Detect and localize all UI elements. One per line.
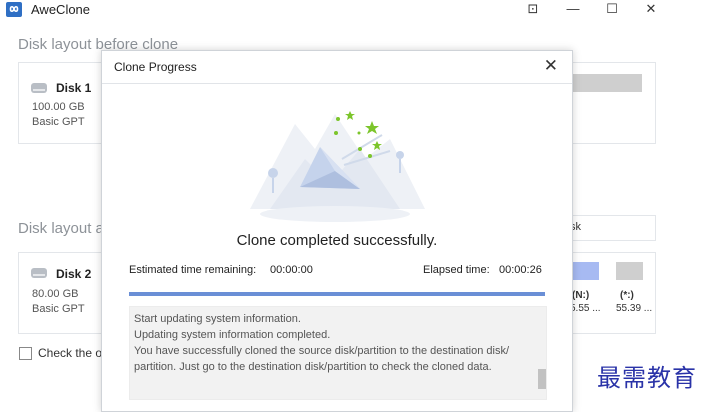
check-option-checkbox[interactable] [19, 347, 32, 360]
dialog-header: Clone Progress ✕ [102, 51, 572, 84]
dialog-close-button[interactable]: ✕ [544, 56, 558, 76]
partition-n-label: (N:) [572, 290, 590, 301]
title-bar: AweClone ⊡ — ☐ ✕ [0, 0, 718, 22]
log-line: Updating system information completed. [134, 329, 331, 341]
clone-progress-dialog: Clone Progress ✕ Clone completed success… [101, 50, 573, 412]
disk2-name: Disk 2 [56, 267, 92, 281]
elapsed-time-value: 00:00:26 [499, 264, 542, 276]
estimated-time-label: Estimated time remaining: [129, 264, 257, 276]
clone-log: Start updating system information. Updat… [129, 306, 547, 400]
clone-progress-fill [129, 292, 545, 296]
after-clone-title: Disk layout a [18, 220, 104, 237]
partition-star-label: (*:) [620, 290, 634, 301]
disk2-type: Basic GPT [32, 303, 85, 315]
hard-disk-icon [30, 265, 48, 281]
maximize-button[interactable]: ☐ [600, 0, 624, 18]
disk1-size: 100.00 GB [32, 101, 85, 113]
clone-status-message: Clone completed successfully. [236, 232, 438, 249]
log-line: You have successfully cloned the source … [134, 345, 510, 357]
app-title: AweClone [31, 2, 91, 17]
disk1-partition-bar[interactable] [570, 74, 642, 92]
hard-disk-icon [30, 80, 48, 96]
partition-n-size: 5.55 ... [570, 303, 601, 314]
log-scroll-thumb[interactable] [538, 369, 546, 389]
partition-star-bar[interactable] [616, 262, 643, 280]
elapsed-time-label: Elapsed time: [423, 264, 490, 276]
dialog-title: Clone Progress [114, 60, 197, 74]
log-scrollbar[interactable] [538, 307, 546, 399]
partition-star-size: 55.39 ... [616, 303, 653, 314]
watermark: 最需教育 [597, 364, 697, 392]
check-option-label: Check the o [38, 346, 103, 360]
window-close-button[interactable]: ✕ [639, 0, 663, 18]
clone-progress-bar [129, 292, 545, 296]
disk1-name: Disk 1 [56, 81, 92, 95]
disk2-size: 80.00 GB [32, 288, 79, 300]
log-line: Start updating system information. [134, 313, 301, 325]
partition-n-bar[interactable] [570, 262, 599, 280]
disk1-type: Basic GPT [32, 116, 85, 128]
envelope-celebration-icon [240, 89, 430, 227]
restore-button[interactable]: ⊡ [521, 0, 545, 18]
log-line: partition. Just go to the destination di… [134, 361, 492, 373]
after-field[interactable]: sk [560, 215, 656, 241]
infinity-icon [6, 2, 22, 17]
estimated-time-value: 00:00:00 [270, 264, 313, 276]
minimize-button[interactable]: — [561, 0, 585, 18]
